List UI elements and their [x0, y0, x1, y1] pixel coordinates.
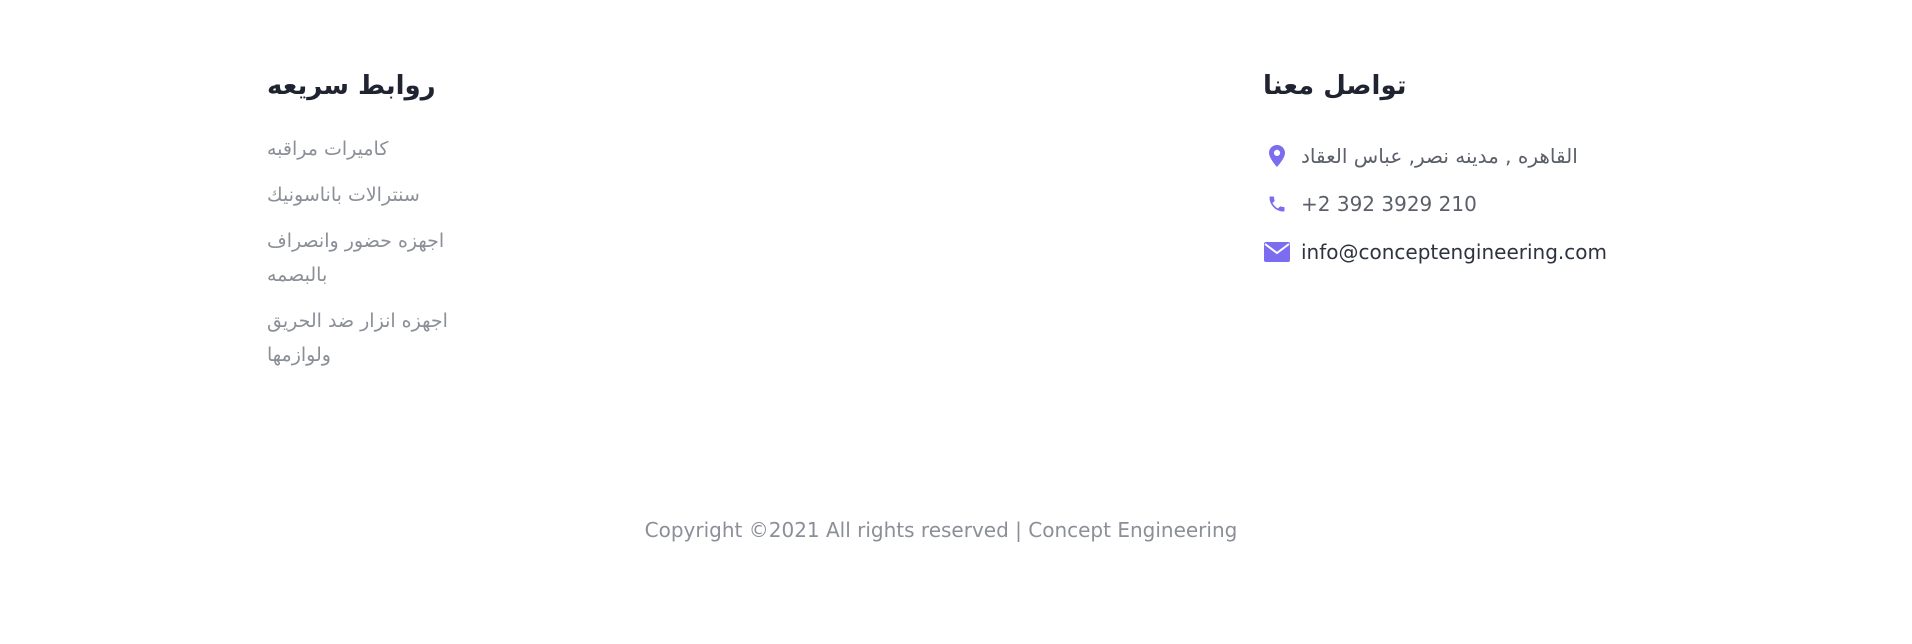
quick-link-panasonic-pbx[interactable]: سنترالات باناسونيك: [267, 178, 457, 212]
quick-links-title: روابط سريعه: [267, 71, 436, 101]
contact-phone[interactable]: +2 392 3929 210: [1301, 191, 1477, 217]
contact-list: القاهره , مدينه نصر, عباس العقاد +2 392 …: [1263, 132, 1607, 276]
location-pin-icon: [1263, 143, 1291, 169]
quick-link-cameras[interactable]: كاميرات مراقبه: [267, 132, 457, 166]
quick-link-fire-alarm[interactable]: اجهزه انزار ضد الحريق ولوازمها: [267, 304, 457, 372]
contact-email-row: info@conceptengineering.com: [1263, 228, 1607, 276]
quick-link-attendance-devices[interactable]: اجهزه حضور وانصراف بالبصمه: [267, 224, 457, 292]
contact-section: تواصل معنا القاهره , مدينه نصر, عباس الع…: [1263, 68, 1683, 264]
phone-icon: [1263, 191, 1291, 217]
contact-address: القاهره , مدينه نصر, عباس العقاد: [1301, 144, 1578, 168]
contact-title: تواصل معنا: [1263, 71, 1407, 101]
site-footer: روابط سريعه كاميرات مراقبه سنترالات بانا…: [0, 0, 1912, 644]
contact-email-link[interactable]: info@conceptengineering.com: [1301, 239, 1607, 265]
copyright-text: Copyright ©2021 All rights reserved |: [644, 518, 1022, 542]
quick-links-section: روابط سريعه كاميرات مراقبه سنترالات بانا…: [267, 68, 467, 366]
contact-address-row: القاهره , مدينه نصر, عباس العقاد: [1263, 132, 1607, 180]
contact-phone-row: +2 392 3929 210: [1263, 180, 1607, 228]
brand-link[interactable]: Concept Engineering: [1028, 518, 1237, 542]
quick-links-list: كاميرات مراقبه سنترالات باناسونيك اجهزه …: [267, 132, 457, 384]
copyright: Copyright ©2021 All rights reserved | Co…: [0, 516, 1912, 544]
envelope-icon: [1263, 239, 1291, 265]
